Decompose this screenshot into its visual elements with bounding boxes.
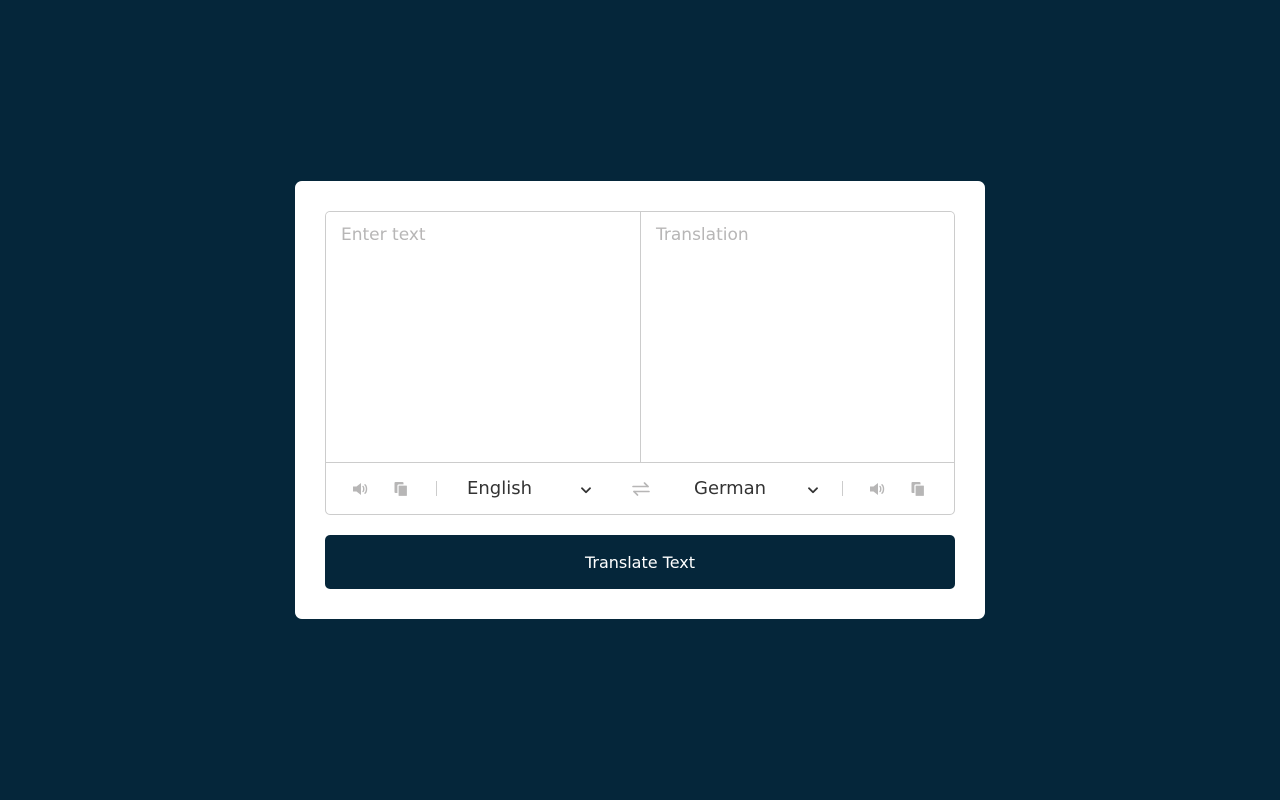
from-icons [352,463,410,514]
translate-button[interactable]: Translate Text [325,535,955,589]
chevron-down-icon [581,478,591,499]
source-copy-icon[interactable] [392,480,410,498]
controls-bar: English German [326,463,954,514]
to-controls: German [694,463,927,514]
from-controls: English [352,463,591,514]
target-language-select[interactable]: German [694,478,818,499]
target-speaker-icon[interactable] [869,480,887,498]
translator-card: English German [295,181,985,619]
target-language-label: German [694,478,767,499]
from-divider [436,481,437,496]
target-copy-icon[interactable] [909,480,927,498]
source-language-select[interactable]: English [467,478,591,499]
translator-wrapper: English German [325,211,955,515]
to-icons [869,463,927,514]
translation-output[interactable] [640,212,954,462]
source-text-input[interactable] [326,212,640,462]
chevron-down-icon [808,478,818,499]
source-speaker-icon[interactable] [352,480,370,498]
source-language-label: English [467,478,532,499]
exchange-icon[interactable] [631,479,651,499]
text-input-area [326,212,954,463]
to-divider [842,481,843,496]
